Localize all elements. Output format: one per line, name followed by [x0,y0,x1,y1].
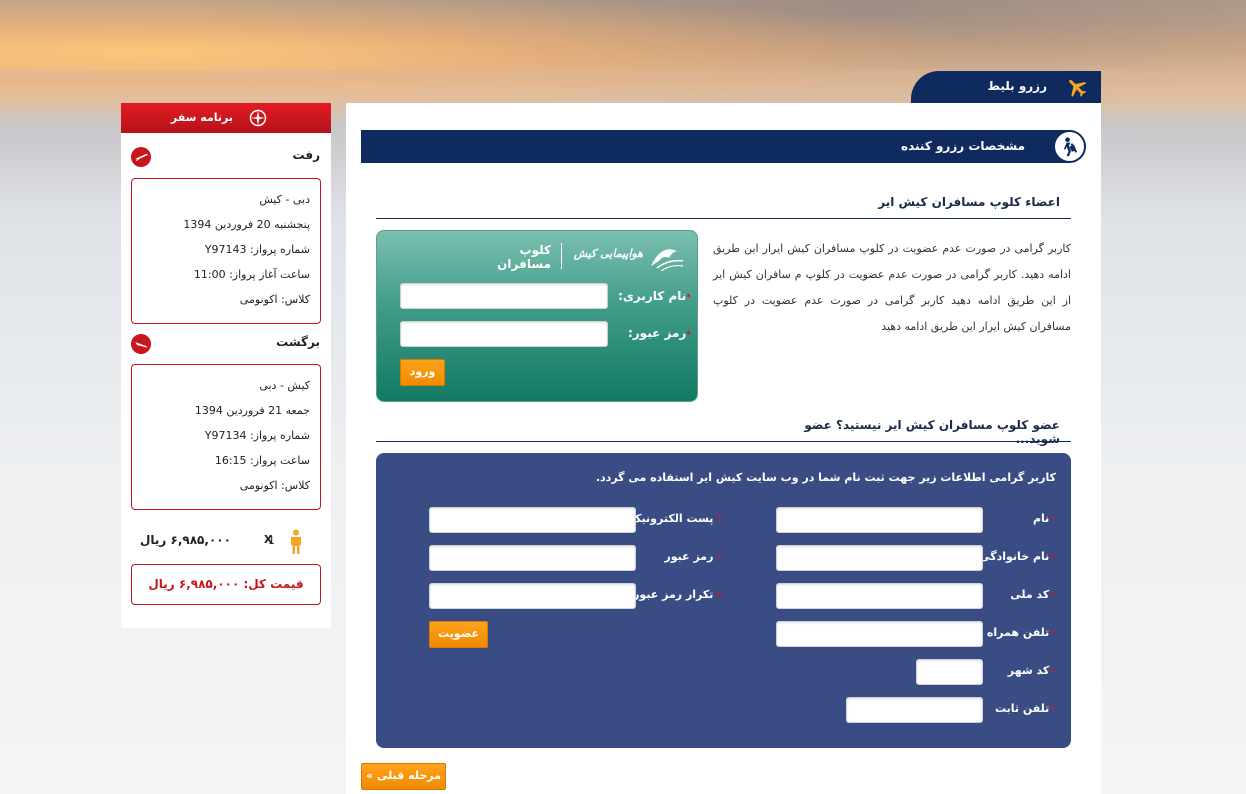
club-login-panel: هواپیمایی کیش کلوپ مسافران *نام کاربری: … [376,230,698,402]
logo-separator [561,243,562,269]
outbound-time: ساعت آغاز پرواز: 11:00 [193,268,310,281]
outbound-details: دبی - کیش پنجشنبه 20 فروردین 1394 شماره … [131,178,321,324]
password-label: *رمز عبور: [627,326,691,340]
login-button[interactable]: ورود [400,359,445,386]
person-icon [291,529,301,554]
username-input[interactable] [400,283,608,309]
landline-label: *تلفن ثابت [994,702,1054,715]
confirm-password-input[interactable] [429,583,636,609]
return-route: کیش - دبی [259,379,310,392]
airplane-icon [1069,79,1087,97]
landline-input[interactable] [846,697,983,723]
first-name-label: *نام [1032,512,1054,525]
traveler-icon [1053,130,1086,163]
total-price-box: قیمت کل: ۶,۹۸۵,۰۰۰ ریال [131,564,321,605]
members-divider [376,218,1071,219]
national-id-input[interactable] [776,583,983,609]
outbound-flight: شماره پرواز: Y97143 [204,243,310,256]
sidebar-title: برنامه سفر [170,111,233,124]
last-name-label: *نام خانوادگی [979,550,1054,563]
confirm-password-label: * تکرار رمز عبور [633,588,722,601]
outbound-title: رفت [292,148,320,162]
members-heading: اعضاء کلوپ مسافران کیش ایر [878,195,1060,209]
username-label: *نام کاربری: [618,289,691,303]
required-mark: * [686,293,691,303]
total-price: قیمت کل: ۶,۹۸۵,۰۰۰ ریال [148,577,304,591]
plane-landing-icon [131,334,151,354]
required-mark: * [686,330,691,340]
passenger-count-value: 1 [268,534,275,547]
register-button[interactable]: عضویت [429,621,488,648]
return-details: کیش - دبی جمعه 21 فروردین 1394 شماره پرو… [131,364,321,510]
compass-icon [249,109,267,127]
tab-ticket-booking[interactable]: رزرو بلیط [911,71,1101,103]
last-name-input[interactable] [776,545,983,571]
return-time: ساعت پرواز: 16:15 [214,454,310,467]
plane-takeoff-icon [131,147,151,167]
reg-password-label: * رمز عبور [664,550,722,563]
first-name-input[interactable] [776,507,983,533]
email-label: * پست الکترونیک [630,512,722,525]
national-id-label: *کد ملی [1010,588,1054,601]
mobile-input[interactable] [776,621,983,647]
kish-air-logo: هواپیمایی کیش [565,241,687,272]
register-divider [376,441,1071,442]
section-title: مشخصات رزرو کننده [900,139,1025,153]
return-title: برگشت [276,335,320,349]
return-class: کلاس: اکونومی [239,479,310,492]
club-title: کلوپ مسافران [497,243,551,271]
price-per-passenger: ۶,۹۸۵,۰۰۰ ریال [140,533,231,547]
reg-password-input[interactable] [429,545,636,571]
email-input[interactable] [429,507,636,533]
tab-label: رزرو بلیط [987,79,1047,93]
section-header: مشخصات رزرو کننده [361,130,1071,163]
register-intro: کاربر گرامی اطلاعات زیر جهت ثبت نام شما … [595,471,1056,484]
previous-step-button[interactable]: « مرحله قبلی [361,763,446,790]
outbound-date: پنجشنبه 20 فروردین 1394 [183,218,310,231]
area-code-input[interactable] [916,659,983,685]
logo-text: هواپیمایی کیش [573,247,643,260]
return-date: جمعه 21 فروردین 1394 [194,404,310,417]
mobile-label: *تلفن همراه [986,626,1054,639]
outbound-route: دبی - کیش [259,193,310,206]
register-form: کاربر گرامی اطلاعات زیر جهت ثبت نام شما … [376,453,1071,748]
sidebar-header: برنامه سفر [121,103,331,133]
outbound-class: کلاس: اکونومی [239,293,310,306]
password-input[interactable] [400,321,608,347]
area-code-label: *کد شهر [1007,664,1054,677]
return-flight: شماره پرواز: Y97134 [204,429,310,442]
members-description: کاربر گرامی در صورت عدم عضویت در کلوپ مس… [713,242,1071,333]
